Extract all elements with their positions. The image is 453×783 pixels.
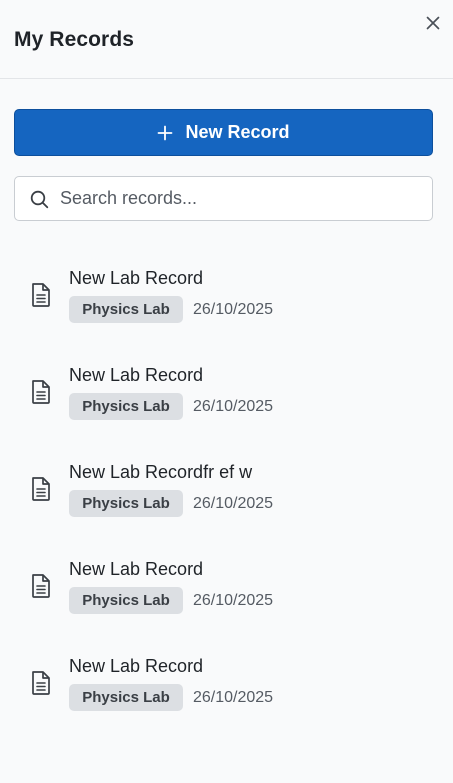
record-date: 26/10/2025: [193, 495, 274, 512]
document-icon: [32, 671, 50, 695]
new-record-label: New Record: [185, 122, 290, 142]
record-name: New Lab Record: [69, 559, 204, 579]
document-icon: [32, 283, 50, 307]
record-tag-badge: Physics Lab: [69, 587, 183, 614]
record-date: 26/10/2025: [193, 398, 274, 415]
record-tag-badge: Physics Lab: [69, 684, 183, 711]
record-tag-badge: Physics Lab: [69, 490, 183, 517]
records-list: New Lab Record Physics Lab 26/10/2025 Ne…: [0, 240, 453, 725]
search-icon: [30, 190, 49, 209]
list-item[interactable]: New Lab Recordfr ef w Physics Lab 26/10/…: [0, 434, 453, 531]
search-box: [14, 176, 433, 221]
records-panel: My Records New Record New La: [0, 0, 453, 783]
new-record-button[interactable]: New Record: [14, 109, 433, 156]
search-input[interactable]: [60, 177, 420, 220]
record-name: New Lab Record: [69, 268, 204, 288]
record-name: New Lab Recordfr ef w: [69, 462, 253, 482]
list-item[interactable]: New Lab Record Physics Lab 26/10/2025: [0, 531, 453, 628]
record-date: 26/10/2025: [193, 689, 274, 706]
record-tag-badge: Physics Lab: [69, 296, 183, 323]
plus-icon: [157, 125, 173, 141]
record-date: 26/10/2025: [193, 301, 274, 318]
document-icon: [32, 477, 50, 501]
list-item[interactable]: New Lab Record Physics Lab 26/10/2025: [0, 337, 453, 434]
record-date: 26/10/2025: [193, 592, 274, 609]
record-name: New Lab Record: [69, 365, 204, 385]
panel-header: My Records: [0, 0, 453, 79]
close-button[interactable]: [423, 13, 443, 33]
close-icon: [426, 16, 440, 30]
record-tag-badge: Physics Lab: [69, 393, 183, 420]
list-item[interactable]: New Lab Record Physics Lab 26/10/2025: [0, 628, 453, 725]
record-name: New Lab Record: [69, 656, 204, 676]
list-item[interactable]: New Lab Record Physics Lab 26/10/2025: [0, 240, 453, 337]
document-icon: [32, 574, 50, 598]
page-title: My Records: [14, 28, 135, 51]
document-icon: [32, 380, 50, 404]
